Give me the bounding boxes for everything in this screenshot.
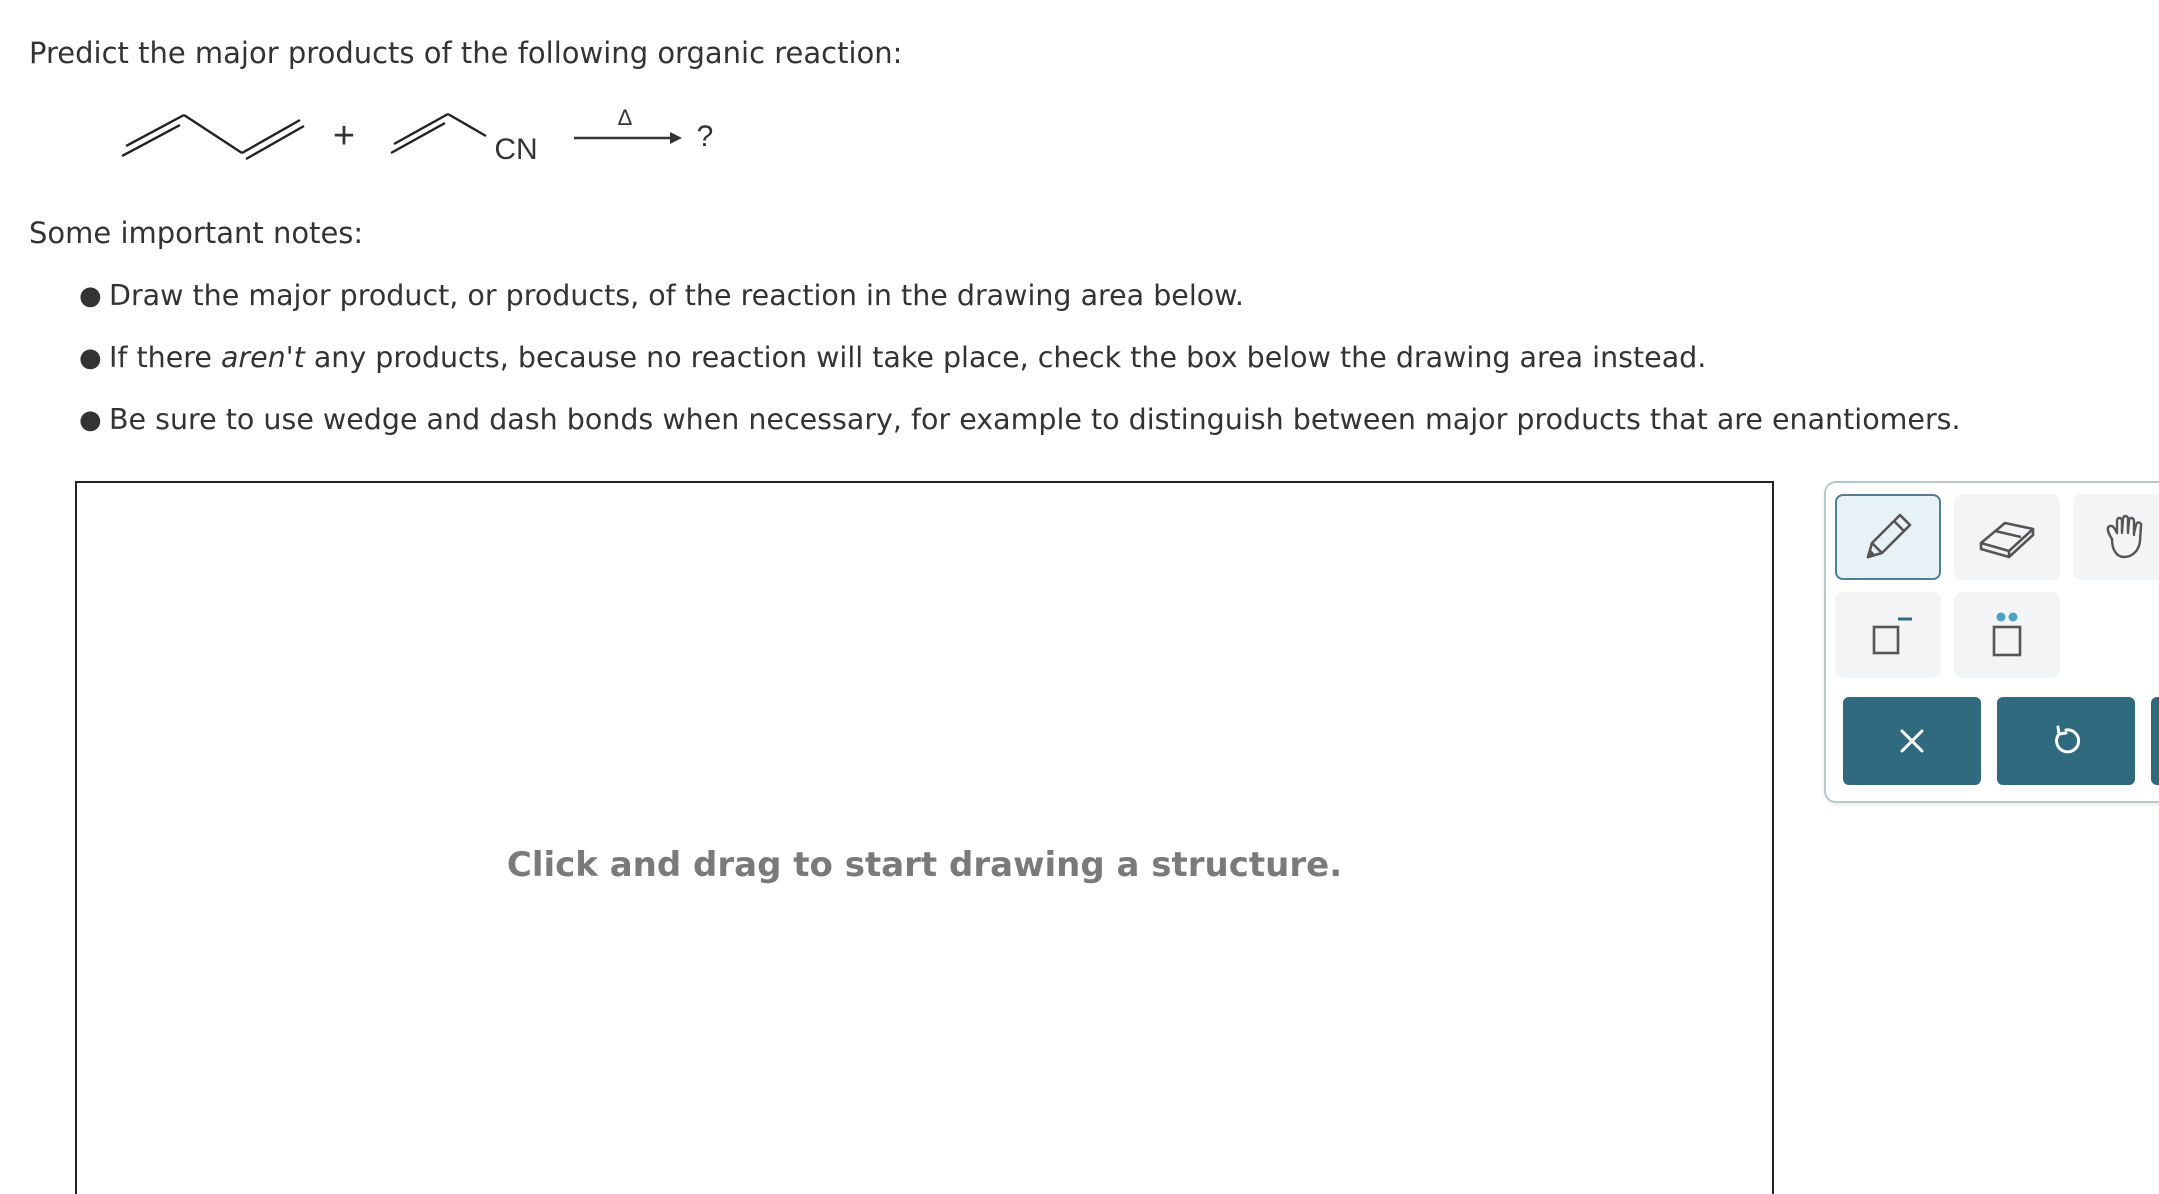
plus-sign: + [333,115,355,157]
notes-heading: Some important notes: [29,216,364,250]
hand-icon [2106,514,2143,559]
lone-pair-tool-button[interactable] [1954,592,2060,678]
reaction-scheme: + CN Δ ? [118,96,738,176]
product-placeholder: ? [697,120,714,153]
pencil-tool-button[interactable] [1835,494,1941,580]
question-page: Predict the major products of the follow… [0,0,2159,1194]
canvas-hint: Click and drag to start drawing a struct… [506,845,1343,885]
eraser-tool-button[interactable] [1954,494,2060,580]
butadiene-structure [121,113,305,161]
pencil-icon [1866,513,1912,559]
clear-icon [1900,729,1924,753]
note-item: ● Draw the major product, or products, o… [29,268,1961,330]
undo-icon [2055,725,2081,754]
note-item: ● If there aren't any products, because … [29,330,1961,392]
note-emphasis: aren't [220,341,305,374]
bullet-icon: ● [79,343,102,373]
charge-icon [1872,617,1912,655]
drawing-toolbar [1824,481,2159,803]
bullet-icon: ● [79,281,102,311]
more-button[interactable] [2151,697,2159,785]
question-prompt: Predict the major products of the follow… [29,36,903,70]
move-tool-button[interactable] [2073,494,2159,580]
note-item: ● Be sure to use wedge and dash bonds wh… [29,392,1961,454]
bullet-icon: ● [79,405,102,435]
note-text: Draw the major product, or products, of … [109,279,1244,312]
note-text: any products, because no reaction will t… [304,341,1707,374]
charge-tool-button[interactable] [1835,592,1941,678]
lone-pair-icon [1992,612,2022,657]
heat-condition: Δ [618,105,633,130]
undo-button[interactable] [1997,697,2135,785]
acrylonitrile-structure [390,112,487,155]
drawing-canvas[interactable]: Click and drag to start drawing a struct… [75,481,1774,1194]
notes-list: ● Draw the major product, or products, o… [29,268,1961,454]
nitrile-label: CN [494,133,537,166]
clear-button[interactable] [1843,697,1981,785]
eraser-icon [1979,521,2035,559]
note-text: Be sure to use wedge and dash bonds when… [109,403,1961,436]
reaction-arrow [574,132,682,144]
note-text: If there [109,341,221,374]
